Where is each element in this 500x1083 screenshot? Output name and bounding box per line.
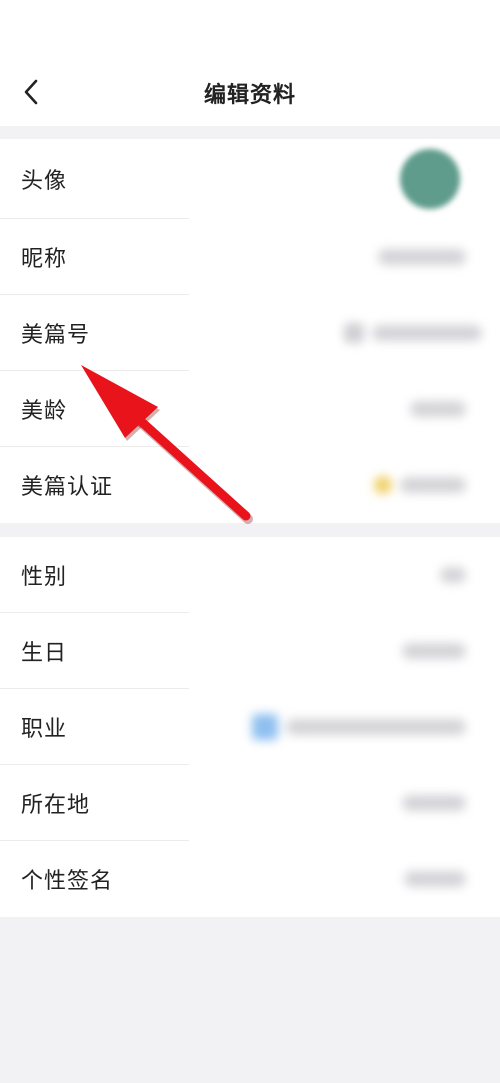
gender-label: 性别 xyxy=(21,565,68,590)
profile-section: 头像 昵称 美篇号 美龄 美篇认证 xyxy=(0,139,500,523)
occupation-icon xyxy=(252,714,278,740)
certification-badge-icon xyxy=(374,476,392,494)
avatar[interactable] xyxy=(400,149,460,209)
gender-value xyxy=(440,567,466,583)
signature-label: 个性签名 xyxy=(21,869,114,894)
nickname-row[interactable]: 昵称 xyxy=(0,219,500,295)
occupation-row[interactable]: 职业 xyxy=(0,689,500,765)
avatar-label: 头像 xyxy=(21,169,68,194)
meipian-id-label: 美篇号 xyxy=(21,323,91,348)
nickname-value xyxy=(378,249,466,265)
occupation-value xyxy=(252,714,466,740)
location-row[interactable]: 所在地 xyxy=(0,765,500,841)
birthday-value xyxy=(402,643,466,659)
location-value xyxy=(402,795,466,811)
meipian-id-row[interactable]: 美篇号 xyxy=(0,295,500,371)
location-label: 所在地 xyxy=(21,793,91,818)
meipian-age-value xyxy=(410,401,466,417)
id-icon xyxy=(344,323,364,343)
certification-value xyxy=(374,476,466,494)
personal-section: 性别 生日 职业 所在地 个性签名 xyxy=(0,537,500,917)
status-bar xyxy=(0,0,500,60)
page-title: 编辑资料 xyxy=(203,83,296,108)
avatar-row[interactable]: 头像 xyxy=(0,139,500,219)
nickname-label: 昵称 xyxy=(21,247,68,272)
meipian-id-value xyxy=(344,323,482,343)
meipian-certification-label: 美篇认证 xyxy=(21,475,114,500)
birthday-row[interactable]: 生日 xyxy=(0,613,500,689)
meipian-certification-row[interactable]: 美篇认证 xyxy=(0,447,500,523)
nav-bar: 编辑资料 xyxy=(0,60,500,126)
meipian-age-label: 美龄 xyxy=(21,399,68,424)
birthday-label: 生日 xyxy=(21,641,68,666)
gender-row[interactable]: 性别 xyxy=(0,537,500,613)
back-button[interactable] xyxy=(14,74,50,110)
signature-row[interactable]: 个性签名 xyxy=(0,841,500,917)
signature-value xyxy=(404,871,466,887)
chevron-left-icon xyxy=(24,79,38,105)
occupation-label: 职业 xyxy=(21,717,68,742)
meipian-age-row[interactable]: 美龄 xyxy=(0,371,500,447)
